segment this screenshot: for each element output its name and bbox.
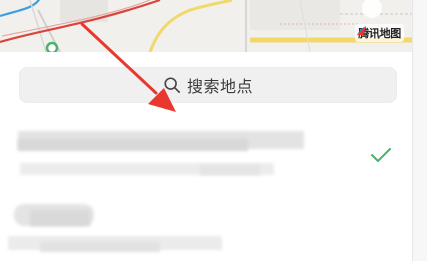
location-list-item[interactable] [0, 200, 412, 261]
map-tiles [0, 0, 412, 52]
search-input[interactable]: 搜索地点 [19, 67, 397, 103]
map-view[interactable]: 腾讯地图 [0, 0, 412, 52]
location-list-item[interactable] [0, 125, 412, 187]
side-scroll-strip [412, 0, 427, 261]
search-icon [164, 77, 180, 94]
check-icon [371, 148, 391, 162]
tencent-map-logo-icon [357, 25, 367, 36]
search-placeholder: 搜索地点 [186, 77, 253, 96]
map-provider-badge: 腾讯地图 [355, 24, 404, 42]
